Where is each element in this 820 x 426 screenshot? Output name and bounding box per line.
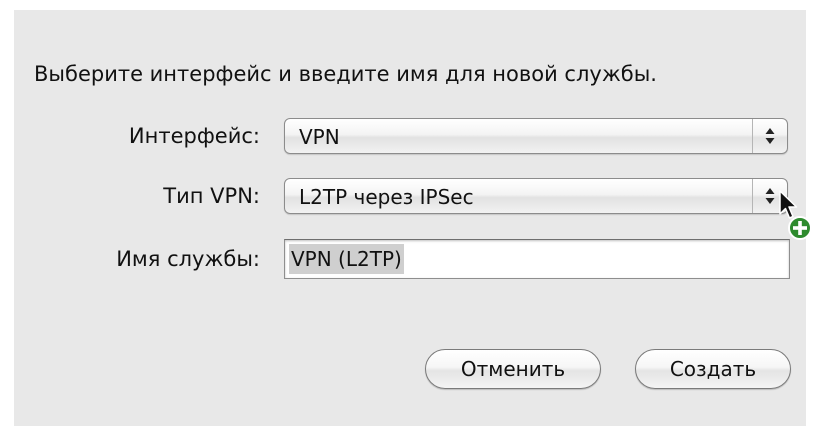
- new-service-sheet: Выберите интерфейс и введите имя для нов…: [14, 10, 812, 426]
- create-button[interactable]: Создать: [635, 349, 791, 389]
- service-name-label: Имя службы:: [116, 247, 260, 271]
- interface-popup-value: VPN: [299, 125, 340, 149]
- cancel-button[interactable]: Отменить: [425, 349, 601, 389]
- vpn-type-popup-value: L2TP через IPSec: [299, 185, 474, 209]
- dialog-prompt: Выберите интерфейс и введите имя для нов…: [34, 62, 657, 86]
- service-name-value: VPN (L2TP): [289, 244, 404, 274]
- vpn-type-popup[interactable]: L2TP через IPSec: [284, 178, 788, 214]
- service-name-field[interactable]: VPN (L2TP): [284, 239, 790, 279]
- arrow-cursor-icon: [778, 190, 820, 250]
- vpn-type-label: Тип VPN:: [163, 184, 260, 208]
- popup-arrows-icon: [752, 119, 787, 153]
- interface-label: Интерфейс:: [128, 124, 260, 148]
- interface-popup[interactable]: VPN: [284, 118, 788, 154]
- green-plus-icon: [788, 216, 812, 240]
